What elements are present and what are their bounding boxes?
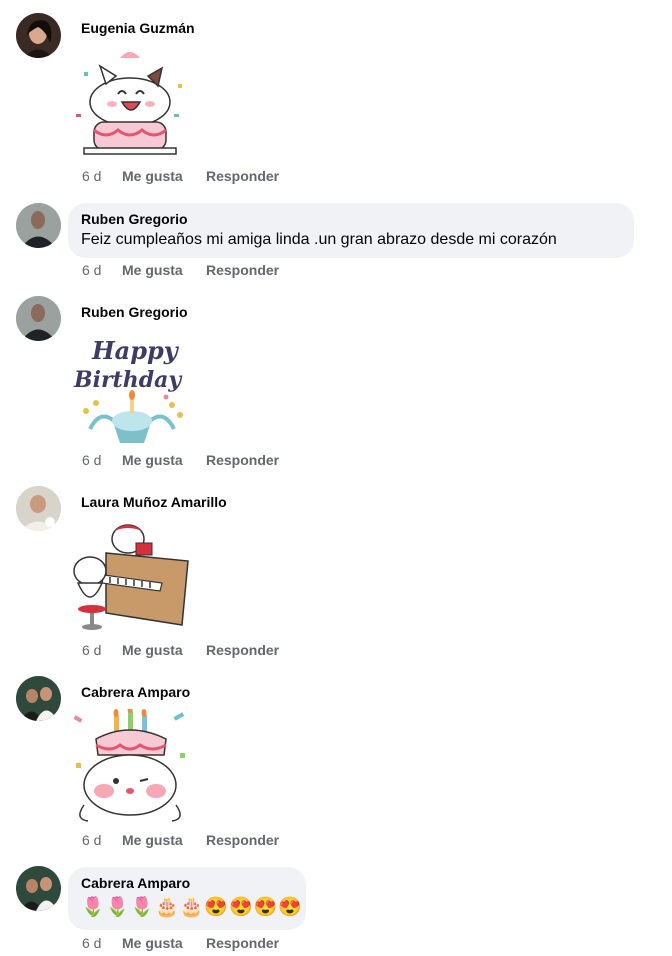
comment-author[interactable]: Cabrera Amparo [81,684,190,700]
comment-bubble: Cabrera Amparo 🌷🌷🌷🎂🎂😍😍😍😍 [68,867,306,930]
comment-author[interactable]: Ruben Gregorio [81,304,188,320]
comment-actions: 6 d Me gusta Responder [82,935,279,951]
comment: Ruben Gregorio Happy Birthday 6 d Me gust… [0,285,672,475]
avatar[interactable] [16,866,61,911]
piano-sticker [70,521,194,635]
like-button[interactable]: Me gusta [122,168,206,184]
avatar[interactable] [16,486,61,531]
comment-actions: 6 d Me gusta Responder [82,832,279,848]
sticker-happy-text: Happy [91,336,180,365]
reply-button[interactable]: Responder [206,642,279,658]
comment-author[interactable]: Laura Muñoz Amarillo [81,494,227,510]
comment-timestamp[interactable]: 6 d [82,832,122,848]
reply-button[interactable]: Responder [206,262,279,278]
comment-actions: 6 d Me gusta Responder [82,452,279,468]
like-button[interactable]: Me gusta [122,935,206,951]
comment-timestamp[interactable]: 6 d [82,452,122,468]
comment-actions: 6 d Me gusta Responder [82,168,279,184]
reply-button[interactable]: Responder [206,168,279,184]
comment-author[interactable]: Ruben Gregorio [81,211,621,227]
comment: Cabrera Amparo 🌷🌷🌷🎂🎂😍😍😍😍 6 d Me gusta Resp… [0,855,672,956]
cake-character-sticker [70,705,194,823]
avatar[interactable] [16,13,61,58]
happy-birthday-sticker: Happy Birthday [70,333,194,447]
comment: Ruben Gregorio Feiz cumpleaños mi amiga … [0,190,672,285]
comment-author[interactable]: Eugenia Guzmán [81,20,195,36]
comment-text: 🌷🌷🌷🎂🎂😍😍😍😍 [81,897,303,918]
reply-button[interactable]: Responder [206,935,279,951]
comment-timestamp[interactable]: 6 d [82,935,122,951]
like-button[interactable]: Me gusta [122,452,206,468]
comment: Laura Muñoz Amarillo 6 d Me gusta Responde… [0,475,672,665]
avatar[interactable] [16,203,61,248]
reply-button[interactable]: Responder [206,452,279,468]
like-button[interactable]: Me gusta [122,262,206,278]
comment-actions: 6 d Me gusta Responder [82,262,279,278]
like-button[interactable]: Me gusta [122,642,206,658]
avatar[interactable] [16,676,61,721]
comment-timestamp[interactable]: 6 d [82,642,122,658]
comment-timestamp[interactable]: 6 d [82,168,122,184]
like-button[interactable]: Me gusta [122,832,206,848]
comment-author[interactable]: Cabrera Amparo [81,875,293,891]
comment: Cabrera Amparo 6 d Me gusta Responder [0,665,672,855]
comment-actions: 6 d Me gusta Responder [82,642,279,658]
sticker-birthday-text: Birthday [73,367,183,393]
cat-cake-sticker [70,44,194,158]
comment-text: Feiz cumpleaños mi amiga linda .un gran … [81,231,557,248]
reply-button[interactable]: Responder [206,832,279,848]
avatar[interactable] [16,296,61,341]
comment: Eugenia Guzmán 6 d Me gusta Responder [0,0,672,190]
comment-bubble: Ruben Gregorio Feiz cumpleaños mi amiga … [68,203,634,258]
comment-timestamp[interactable]: 6 d [82,262,122,278]
